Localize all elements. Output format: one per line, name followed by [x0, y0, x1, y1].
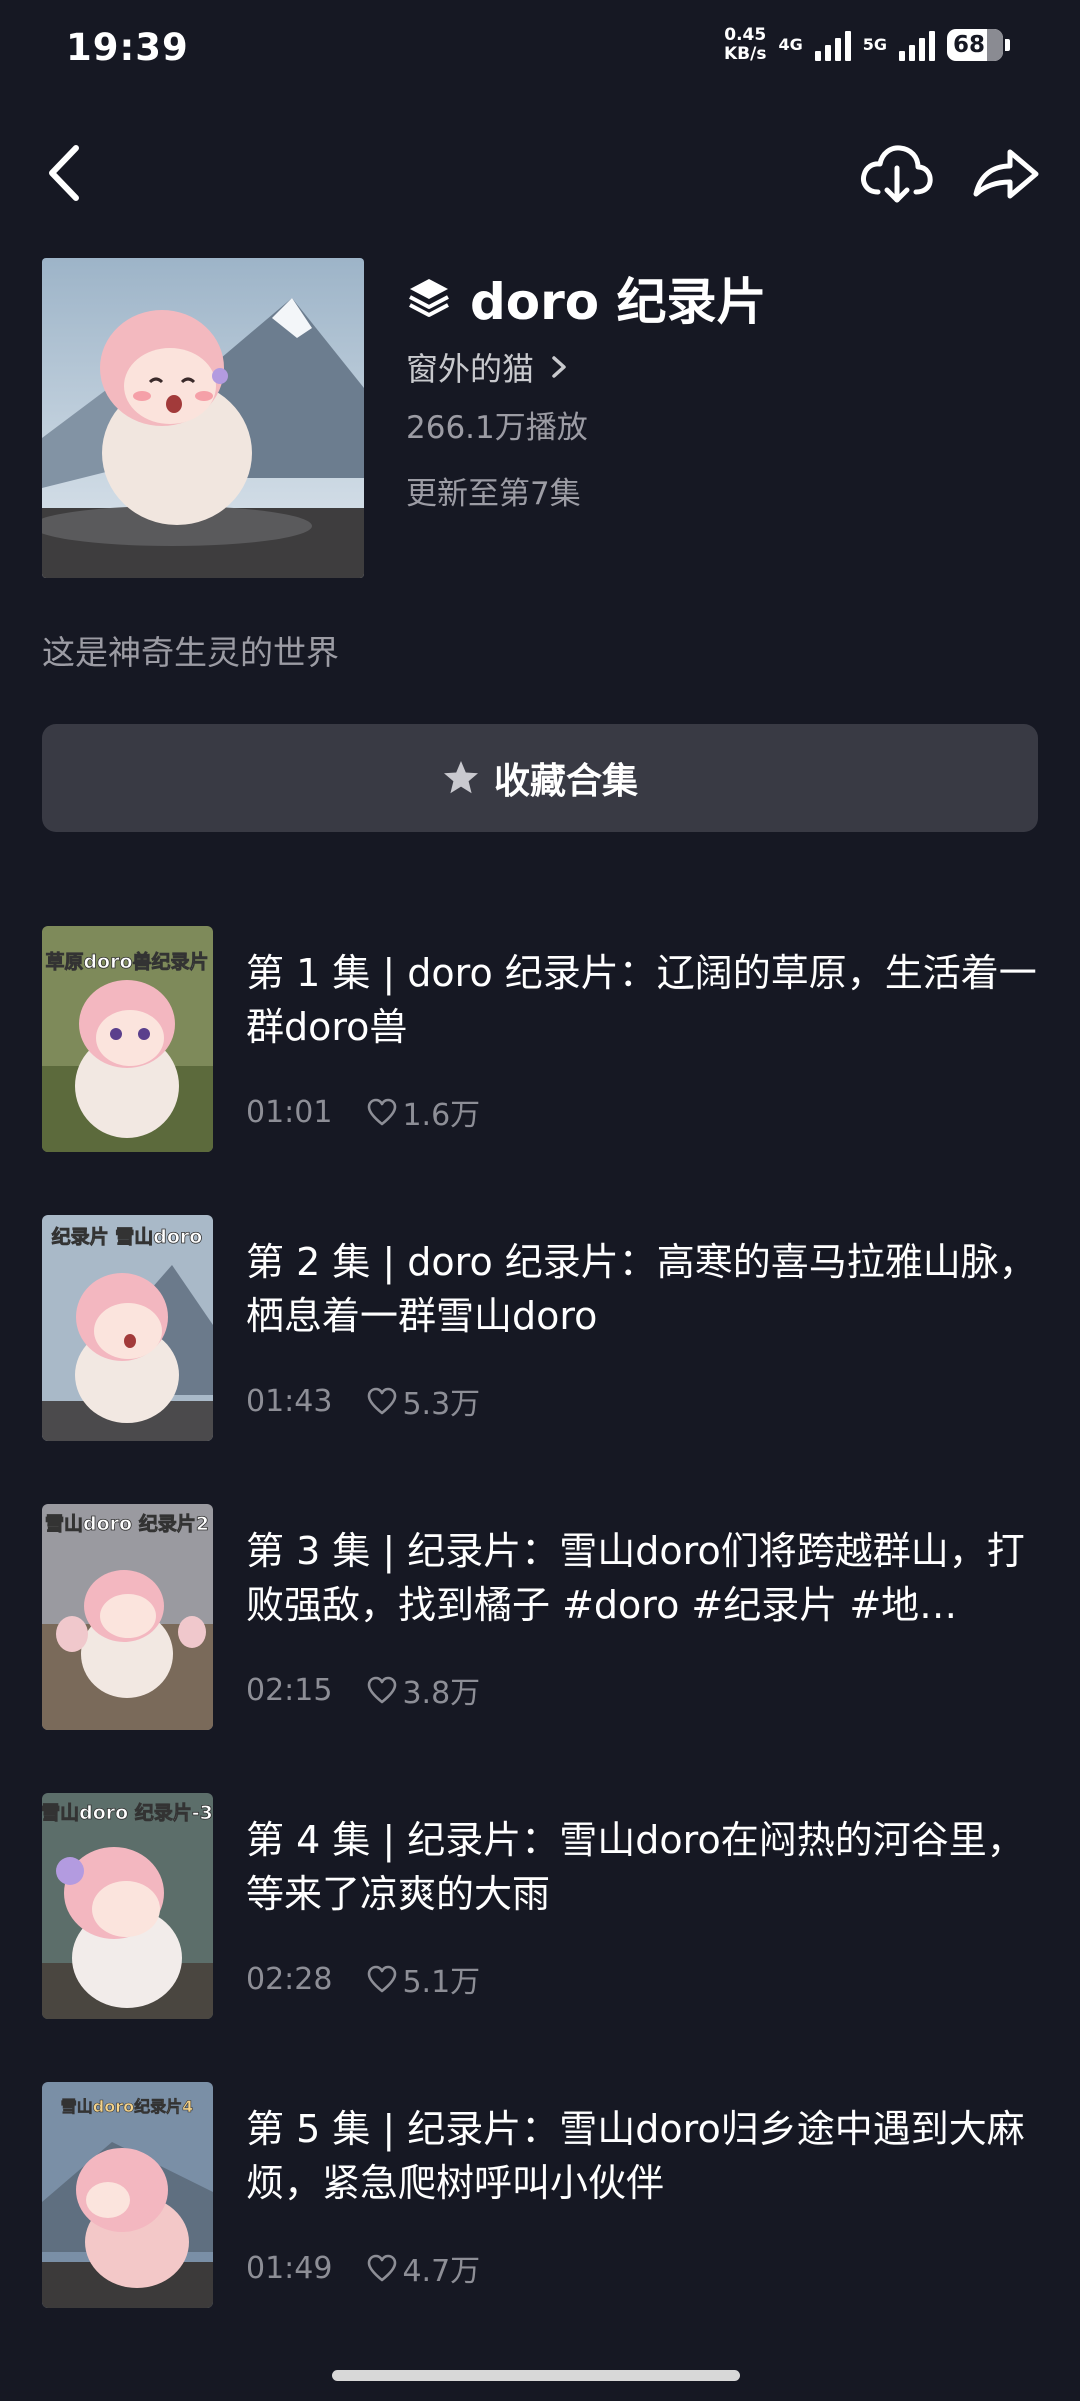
episode-thumbnail: 纪录片 雪山doro	[42, 1215, 213, 1441]
episode-meta: 02:15 3.8万	[246, 1668, 480, 1712]
collection-title: doro 纪录片	[470, 273, 767, 331]
network-type-4g: 4G	[778, 35, 803, 54]
download-button[interactable]	[858, 138, 934, 208]
episode-duration: 02:15	[246, 1672, 333, 1708]
episode-title: 第 4 集 | 纪录片：雪山doro在闷热的河谷里，等来了凉爽的大雨	[246, 1818, 1025, 1916]
svg-text:雪山doro 纪录片2: 雪山doro 纪录片2	[45, 1512, 209, 1535]
like-count: 4.7万	[402, 2254, 481, 2289]
battery-icon: 68	[947, 29, 1003, 61]
episode-item[interactable]: 草原doro兽纪录片 第 1 集 | doro 纪录片：辽阔的草原，生活着一群d…	[42, 926, 1042, 1152]
author-link[interactable]: 窗外的猫	[406, 344, 570, 390]
favorite-label: 收藏合集	[493, 761, 638, 802]
episode-duration: 01:01	[246, 1094, 333, 1130]
home-indicator[interactable]	[332, 2370, 740, 2381]
like-count: 3.8万	[402, 1676, 481, 1711]
signal-icon	[814, 29, 851, 61]
episode-thumbnail: 雪山doro 纪录片-3	[42, 1793, 213, 2019]
heart-icon	[368, 1965, 397, 1993]
episode-duration: 01:43	[246, 1383, 333, 1419]
episode-item[interactable]: 雪山doro纪录片4 第 5 集 | 纪录片：雪山doro归乡途中遇到大麻烦，紧…	[42, 2082, 1042, 2308]
collection-page: 19:39 0.45 KB/s 4G 5G 68 doro 纪录片 窗外的猫 2…	[0, 0, 1080, 2401]
heart-icon	[368, 1387, 397, 1415]
episode-likes: 4.7万	[366, 2246, 480, 2290]
star-icon	[443, 761, 478, 794]
episode-likes: 5.1万	[366, 1957, 480, 2001]
episode-title: 第 2 集 | doro 纪录片：高寒的喜马拉雅山脉，栖息着一群雪山doro	[246, 1240, 1037, 1338]
status-time: 19:39	[66, 26, 189, 69]
chevron-right-icon	[552, 356, 566, 378]
collection-cover-image[interactable]	[42, 258, 364, 578]
episode-duration: 01:49	[246, 2250, 333, 2286]
episode-title: 第 1 集 | doro 纪录片：辽阔的草原，生活着一群doro兽	[246, 951, 1037, 1049]
heart-icon	[368, 2254, 397, 2282]
svg-text:雪山doro 纪录片-3: 雪山doro 纪录片-3	[42, 1801, 213, 1824]
episode-thumbnail: 雪山doro纪录片4	[42, 2082, 213, 2308]
author-name: 窗外的猫	[406, 350, 535, 388]
back-button[interactable]	[38, 138, 98, 208]
episode-title: 第 5 集 | 纪录片：雪山doro归乡途中遇到大麻烦，紧急爬树呼叫小伙伴	[246, 2107, 1025, 2205]
episode-meta: 01:49 4.7万	[246, 2246, 480, 2290]
play-count: 266.1万播放	[406, 410, 588, 446]
network-speed: 0.45 KB/s	[724, 26, 766, 64]
status-bar: 19:39 0.45 KB/s 4G 5G 68	[0, 0, 1080, 100]
episode-meta: 01:43 5.3万	[246, 1379, 480, 1423]
episode-thumbnail: 雪山doro 纪录片2	[42, 1504, 213, 1730]
episode-meta: 01:01 1.6万	[246, 1090, 480, 1134]
episode-item[interactable]: 纪录片 雪山doro 第 2 集 | doro 纪录片：高寒的喜马拉雅山脉，栖息…	[42, 1215, 1042, 1441]
favorite-collection-button[interactable]: 收藏合集	[42, 724, 1038, 832]
share-button[interactable]	[970, 138, 1042, 208]
episode-likes: 5.3万	[366, 1379, 480, 1423]
episode-title: 第 3 集 | 纪录片：雪山doro们将跨越群山，打败强敌，找到橘子 #doro…	[246, 1529, 1025, 1627]
network-speed-value: 0.45	[724, 25, 767, 45]
like-count: 1.6万	[402, 1098, 481, 1133]
share-arrow-icon	[973, 149, 1039, 199]
like-count: 5.1万	[402, 1965, 481, 2000]
cover-illustration	[42, 258, 364, 578]
battery-cap	[1005, 39, 1010, 51]
network-type-5g: 5G	[862, 35, 887, 54]
svg-text:纪录片 雪山doro: 纪录片 雪山doro	[52, 1225, 203, 1248]
collection-description: 这是神奇生灵的世界	[42, 633, 339, 672]
cloud-download-icon	[861, 145, 933, 203]
chevron-left-icon	[49, 145, 79, 201]
heart-icon	[368, 1098, 397, 1126]
like-count: 5.3万	[402, 1387, 481, 1422]
layers-icon	[409, 279, 449, 317]
network-speed-unit: KB/s	[724, 44, 767, 64]
episode-likes: 3.8万	[366, 1668, 480, 1712]
episode-item[interactable]: 雪山doro 纪录片-3 第 4 集 | 纪录片：雪山doro在闷热的河谷里，等…	[42, 1793, 1042, 2019]
episode-likes: 1.6万	[366, 1090, 480, 1134]
episode-duration: 02:28	[246, 1961, 333, 1997]
heart-icon	[368, 1676, 397, 1704]
signal-icon	[899, 29, 935, 61]
episode-meta: 02:28 5.1万	[246, 1957, 480, 2001]
update-status: 更新至第7集	[406, 476, 581, 512]
svg-text:雪山doro纪录片4: 雪山doro纪录片4	[61, 2097, 193, 2116]
episode-thumbnail: 草原doro兽纪录片	[42, 926, 213, 1152]
status-indicators: 0.45 KB/s 4G 5G 68	[724, 26, 1010, 64]
episode-item[interactable]: 雪山doro 纪录片2 第 3 集 | 纪录片：雪山doro们将跨越群山，打败强…	[42, 1504, 1042, 1730]
svg-text:草原doro兽纪录片: 草原doro兽纪录片	[45, 950, 208, 973]
battery-level: 68	[953, 32, 986, 58]
collection-title-row: doro 纪录片	[406, 262, 767, 334]
